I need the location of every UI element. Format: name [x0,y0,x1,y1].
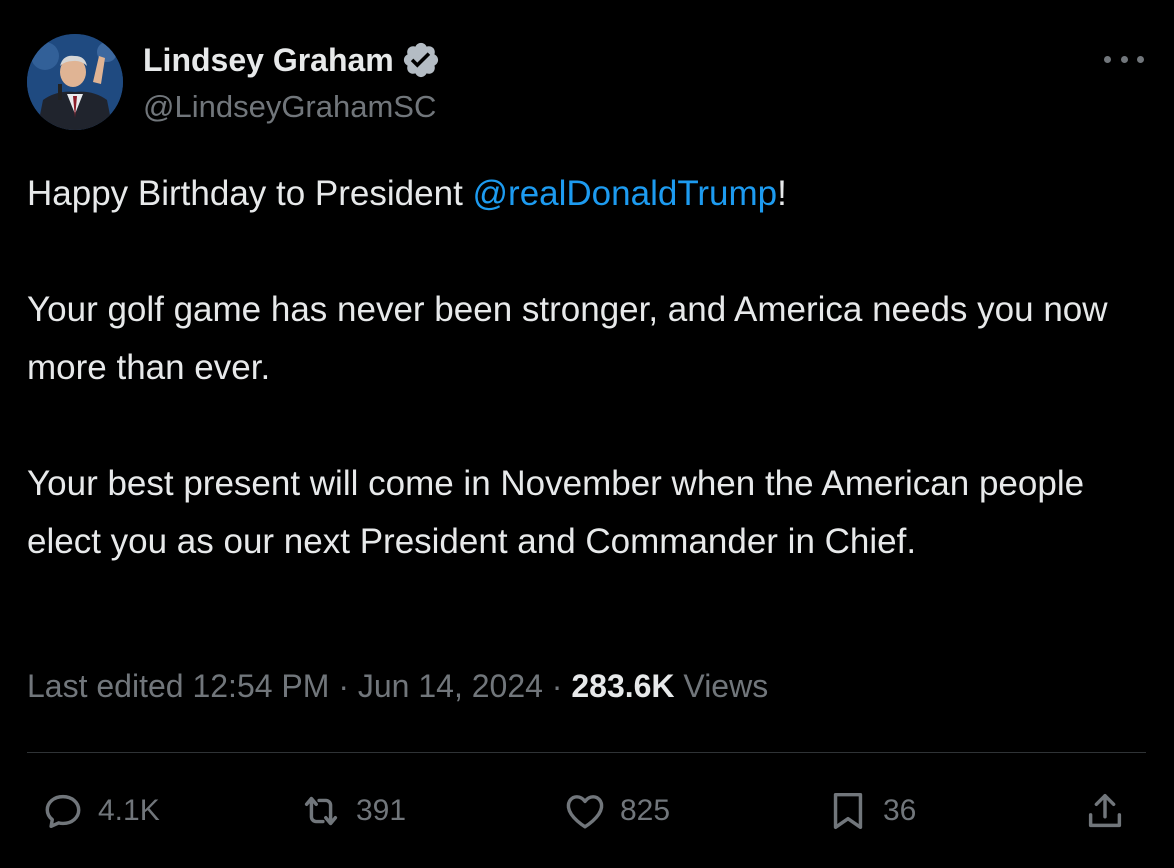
meta-separator: · [338,668,349,704]
reply-icon [45,794,81,829]
avatar[interactable] [27,34,123,130]
tweet-meta: Last edited 12:54 PM · Jun 14, 2024 · 28… [27,668,768,705]
views-count: 283.6K [571,668,675,704]
share-icon [1088,793,1122,828]
more-dot [1120,55,1128,63]
tweet-paragraph-2: Your golf game has never been stronger, … [27,290,1108,387]
divider [27,752,1146,753]
edited-label[interactable]: Last edited [27,668,184,704]
bookmark-count: 36 [883,794,917,827]
tweet-date[interactable]: Jun 14, 2024 [358,668,543,704]
heart-icon [566,795,604,829]
more-dot [1137,55,1144,63]
mention-link[interactable]: @realDonaldTrump [473,174,778,213]
bookmark-button[interactable]: 36 [825,786,916,836]
more-dot [1104,55,1111,63]
tweet-card: Lindsey Graham @LindseyGrahamSC Happy Bi… [0,0,1174,868]
repost-button[interactable]: 391 [298,786,406,836]
author-name-text[interactable]: Lindsey Graham [143,42,394,79]
views-label: Views [683,668,769,704]
like-count: 825 [620,794,671,827]
reply-count: 4.1K [98,794,160,827]
tweet-text: Happy Birthday to President @realDonaldT… [27,165,1152,571]
tweet-text-prefix: Happy Birthday to President [27,174,473,213]
reply-button[interactable]: 4.1K [40,786,160,836]
tweet-paragraph-3: Your best present will come in November … [27,464,1085,561]
repost-count: 391 [356,794,407,827]
tweet-time[interactable]: 12:54 PM [192,668,329,704]
repost-icon [304,796,338,826]
share-button[interactable] [1082,786,1140,836]
author-handle[interactable]: @LindseyGrahamSC [143,89,436,125]
like-button[interactable]: 825 [562,786,670,836]
tweet-text-suffix: ! [777,174,787,213]
verified-badge-icon[interactable] [401,40,441,80]
meta-separator: · [551,668,563,704]
bookmark-icon [833,792,863,830]
avatar-image [27,34,123,130]
author-name[interactable]: Lindsey Graham [143,40,441,80]
tweet-paragraph-1: Happy Birthday to President @realDonaldT… [27,165,1152,223]
more-horizontal-icon[interactable] [1104,44,1144,74]
